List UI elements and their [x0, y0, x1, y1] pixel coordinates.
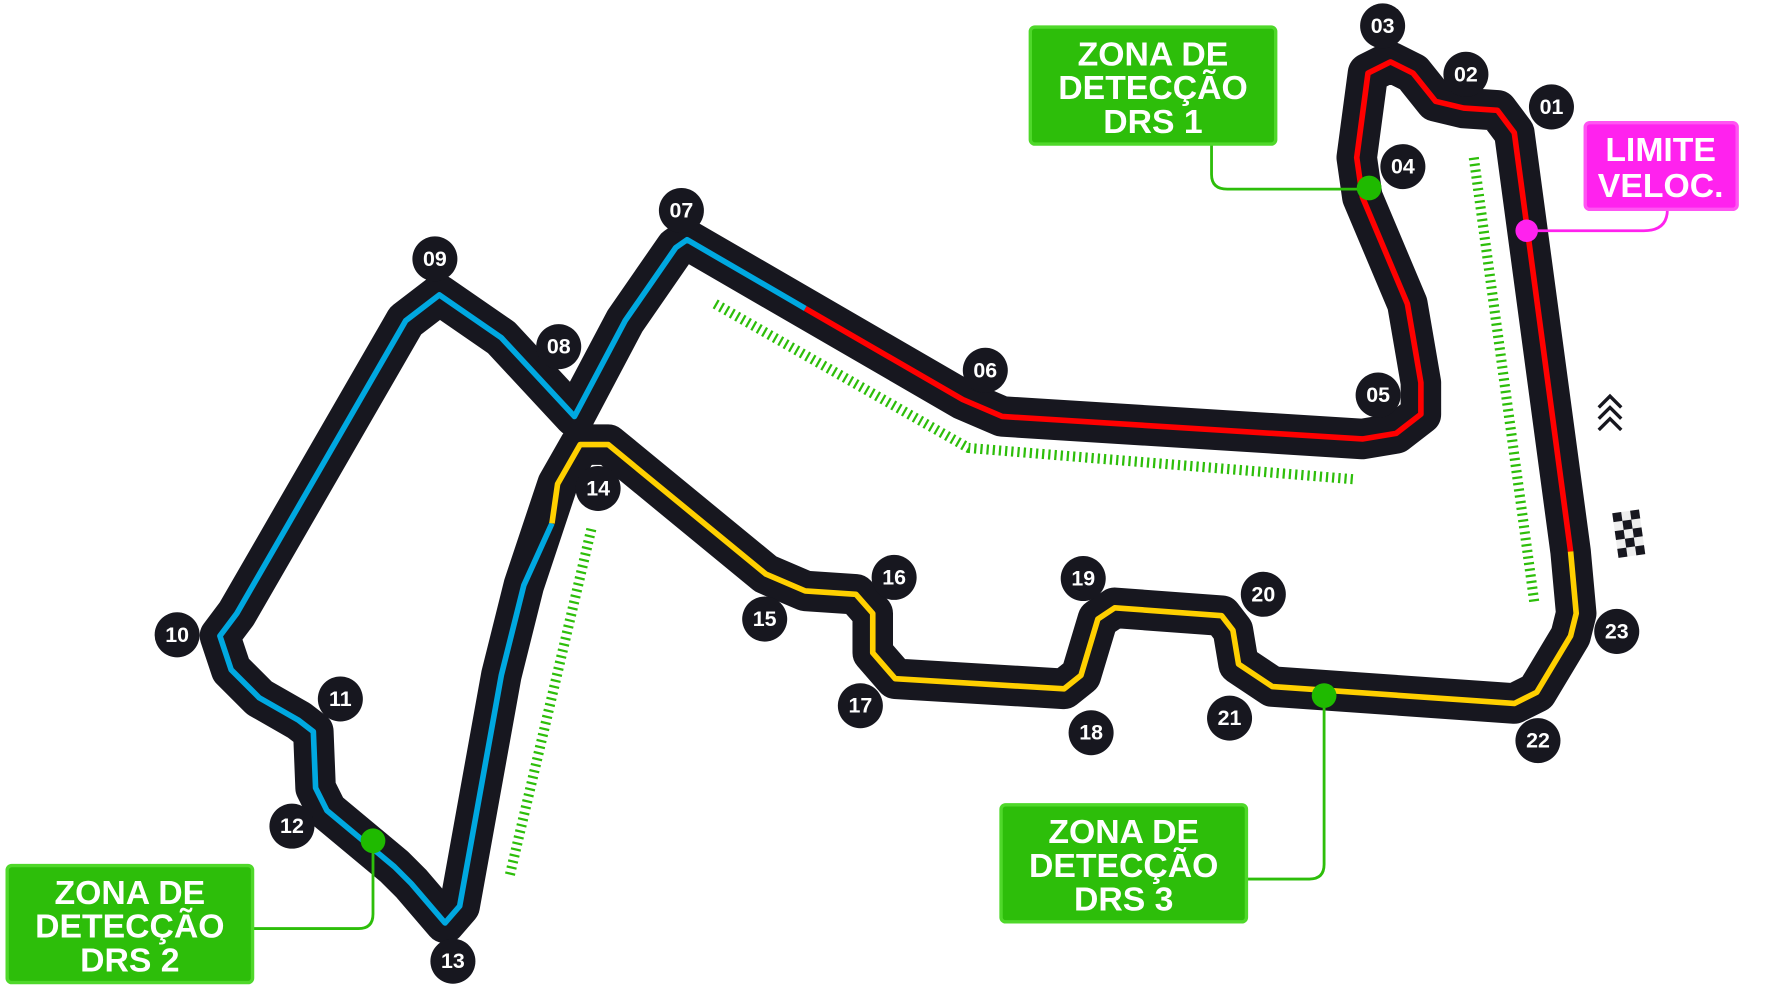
svg-text:11: 11: [329, 687, 352, 711]
svg-text:13: 13: [441, 949, 465, 973]
svg-text:04: 04: [1391, 155, 1415, 179]
svg-text:DETECÇÃO: DETECÇÃO: [1029, 847, 1218, 885]
svg-text:ZONA DE: ZONA DE: [1048, 813, 1199, 851]
svg-text:14: 14: [586, 476, 610, 500]
svg-text:22: 22: [1526, 729, 1550, 753]
drs-1-detection-point: [1356, 175, 1382, 201]
corner-05: 05: [1355, 372, 1401, 418]
svg-text:VELOC.: VELOC.: [1598, 167, 1724, 205]
corner-02: 02: [1443, 51, 1489, 97]
drs-3-connector: [1246, 695, 1326, 881]
corner-08: 08: [536, 324, 582, 370]
svg-text:20: 20: [1251, 582, 1275, 606]
corner-07: 07: [658, 187, 704, 233]
corner-06: 06: [962, 347, 1008, 393]
svg-text:17: 17: [848, 694, 872, 718]
speed-limit-label: LIMITE VELOC.: [1583, 120, 1739, 212]
svg-text:DETECÇÃO: DETECÇÃO: [1058, 69, 1247, 107]
drs-2-label: ZONA DE DETECÇÃO DRS 2: [5, 863, 255, 985]
corner-18: 18: [1068, 710, 1114, 756]
drs-3-label: ZONA DE DETECÇÃO DRS 3: [999, 803, 1249, 924]
svg-text:23: 23: [1605, 619, 1629, 643]
corner-12: 12: [269, 803, 315, 849]
svg-text:02: 02: [1454, 62, 1478, 86]
svg-text:03: 03: [1371, 14, 1395, 38]
corner-11: 11: [317, 676, 363, 722]
checkered-flag-icon: [1612, 509, 1646, 558]
corner-17: 17: [837, 683, 883, 729]
drs-3-detection-point: [1311, 683, 1337, 708]
svg-text:DRS 3: DRS 3: [1074, 881, 1173, 919]
corner-09: 09: [412, 236, 458, 282]
corner-01: 01: [1528, 84, 1574, 130]
speed-limit-connector: [1526, 209, 1669, 233]
svg-text:16: 16: [882, 565, 906, 589]
svg-text:10: 10: [165, 623, 189, 647]
corner-20: 20: [1240, 571, 1286, 617]
corner-14: 14: [575, 465, 621, 512]
svg-text:05: 05: [1366, 383, 1390, 407]
corner-03: 03: [1360, 3, 1406, 49]
corner-21: 21: [1207, 695, 1253, 741]
svg-text:21: 21: [1218, 706, 1242, 730]
svg-text:DRS 1: DRS 1: [1103, 103, 1202, 141]
drs-1-label: ZONA DE DETECÇÃO DRS 1: [1028, 25, 1278, 146]
svg-text:06: 06: [973, 358, 997, 382]
svg-text:12: 12: [280, 814, 304, 838]
corner-22: 22: [1515, 718, 1561, 764]
svg-text:09: 09: [423, 247, 447, 271]
svg-text:19: 19: [1071, 567, 1095, 591]
svg-text:DETECÇÃO: DETECÇÃO: [35, 908, 224, 946]
corner-19: 19: [1060, 556, 1106, 602]
svg-text:ZONA DE: ZONA DE: [55, 874, 206, 912]
svg-text:LIMITE: LIMITE: [1605, 131, 1716, 169]
svg-text:15: 15: [753, 607, 777, 631]
svg-text:DRS 2: DRS 2: [80, 941, 179, 979]
svg-text:07: 07: [670, 198, 694, 222]
drs-2-detection-point: [360, 828, 386, 854]
corner-10: 10: [154, 612, 200, 658]
svg-text:18: 18: [1079, 721, 1103, 745]
circuit-map: 01 02 03 04 05 06 07 08 09 10 11 12 13 1…: [5, 3, 1739, 985]
corner-23: 23: [1594, 608, 1640, 654]
corner-04: 04: [1380, 144, 1426, 190]
corner-13: 13: [430, 938, 476, 984]
corner-15: 15: [742, 596, 788, 642]
svg-text:01: 01: [1540, 95, 1564, 119]
direction-chevron-icon: [1597, 393, 1623, 432]
svg-text:ZONA DE: ZONA DE: [1078, 35, 1229, 73]
speed-limit-point: [1515, 219, 1538, 242]
svg-text:08: 08: [547, 335, 571, 359]
corner-16: 16: [871, 554, 917, 600]
